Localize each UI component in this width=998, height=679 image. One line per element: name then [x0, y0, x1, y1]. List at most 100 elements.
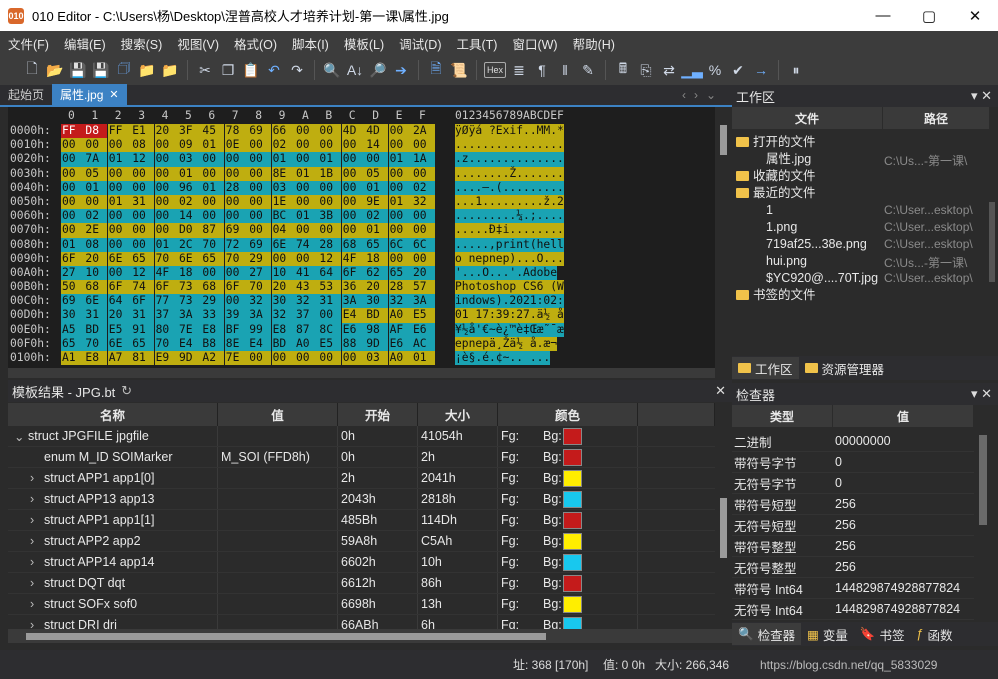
- workspace-file[interactable]: $YC920@....70T.jpg: [766, 270, 878, 287]
- hex-byte[interactable]: 32: [271, 308, 295, 323]
- hex-byte[interactable]: 4D: [341, 124, 365, 139]
- hex-byte[interactable]: 00: [388, 124, 412, 139]
- inspector-col-value[interactable]: 值: [833, 405, 973, 427]
- hex-byte[interactable]: 00: [412, 166, 435, 181]
- hex-byte[interactable]: 3B: [318, 209, 342, 224]
- expand-arrow-icon[interactable]: ›: [30, 618, 44, 629]
- template-hscrollbar[interactable]: [8, 629, 732, 643]
- hex-byte[interactable]: E5: [412, 308, 435, 323]
- hex-byte[interactable]: 6F: [107, 280, 131, 295]
- hex-byte[interactable]: 00: [248, 166, 272, 181]
- hex-mode-button[interactable]: Hex: [484, 62, 506, 78]
- hex-byte[interactable]: 00: [84, 138, 108, 153]
- hex-byte[interactable]: BF: [224, 322, 248, 337]
- inspector-row[interactable]: 带符号字节 0: [732, 452, 974, 473]
- hex-byte[interactable]: 00: [248, 351, 272, 366]
- hex-ascii[interactable]: ¡è§.é.¢~.. ...: [455, 351, 551, 366]
- hex-ascii[interactable]: ¥½å'€~è¿™è‡Œæ˜¯æ: [455, 322, 564, 337]
- hex-byte[interactable]: 00: [412, 138, 435, 153]
- hex-byte[interactable]: 09: [178, 138, 201, 153]
- hex-byte[interactable]: 8E: [271, 166, 295, 181]
- hex-byte[interactable]: 64: [107, 294, 131, 309]
- hex-byte[interactable]: FF: [107, 124, 131, 139]
- hex-byte[interactable]: 33: [201, 308, 225, 323]
- template-row[interactable]: › struct APP1 app1[0] 2h 2041h Fg: Bg:: [8, 468, 715, 489]
- close-window-icon[interactable]: ✕: [952, 0, 998, 31]
- menu-item-6[interactable]: 模板(L): [344, 34, 384, 53]
- hex-byte[interactable]: A0: [388, 308, 412, 323]
- hex-byte[interactable]: 00: [295, 138, 318, 153]
- hex-byte[interactable]: 03: [365, 351, 389, 366]
- hex-byte[interactable]: 6F: [154, 280, 178, 295]
- calculator-icon[interactable]: 🖩: [613, 60, 633, 80]
- hex-byte[interactable]: 00: [318, 138, 342, 153]
- hex-byte[interactable]: 30: [365, 294, 389, 309]
- hex-byte[interactable]: 00: [224, 166, 248, 181]
- hex-byte[interactable]: 6F: [61, 251, 84, 266]
- hex-byte[interactable]: 66: [271, 124, 295, 139]
- hex-byte[interactable]: 65: [201, 251, 225, 266]
- save-icon[interactable]: 💾: [68, 60, 88, 80]
- hex-byte[interactable]: 20: [107, 308, 131, 323]
- hex-byte[interactable]: 6E: [178, 251, 201, 266]
- hex-byte[interactable]: 72: [224, 237, 248, 252]
- hex-byte[interactable]: 00: [131, 223, 155, 238]
- workspace-folder[interactable]: 收藏的文件: [736, 168, 816, 185]
- hex-byte[interactable]: 01: [84, 180, 108, 195]
- hex-byte[interactable]: 01: [412, 351, 435, 366]
- hex-byte[interactable]: 00: [248, 138, 272, 153]
- expand-arrow-icon[interactable]: ›: [30, 576, 44, 590]
- expand-arrow-icon[interactable]: ›: [30, 471, 44, 485]
- hex-byte[interactable]: FF: [61, 124, 84, 139]
- hex-byte[interactable]: 00: [131, 180, 155, 195]
- hex-byte[interactable]: 29: [248, 251, 272, 266]
- hex-byte[interactable]: 3F: [178, 124, 201, 139]
- hex-byte[interactable]: A1: [61, 351, 84, 366]
- maximize-icon[interactable]: ▢: [906, 0, 952, 31]
- checksum-icon[interactable]: ✔: [728, 60, 748, 80]
- hex-byte[interactable]: 00: [107, 180, 131, 195]
- hex-byte[interactable]: 03: [178, 152, 201, 167]
- hex-byte[interactable]: 6F: [341, 265, 365, 281]
- hex-byte[interactable]: 70: [154, 251, 178, 266]
- hex-byte[interactable]: 28: [388, 280, 412, 295]
- workspace-file[interactable]: 1.png: [766, 219, 797, 236]
- hex-byte[interactable]: 6E: [84, 294, 108, 309]
- hex-ascii[interactable]: .....,print(hell: [455, 237, 564, 252]
- expand-arrow-icon[interactable]: ⌄: [14, 429, 28, 444]
- hex-byte[interactable]: 65: [131, 251, 155, 266]
- hex-byte[interactable]: 00: [318, 180, 342, 195]
- hex-byte[interactable]: 87: [201, 223, 225, 238]
- template-row[interactable]: › struct APP13 app13 2043h 2818h Fg: Bg:: [8, 489, 715, 510]
- hex-byte[interactable]: 00: [154, 166, 178, 181]
- hex-scrollbar-thumb[interactable]: [720, 125, 727, 155]
- hex-ascii[interactable]: .........¼.;....: [455, 209, 564, 224]
- hex-byte[interactable]: 00: [388, 209, 412, 224]
- color-swatch[interactable]: [563, 595, 582, 613]
- hex-byte[interactable]: A2: [201, 351, 225, 366]
- hex-byte[interactable]: 7E: [178, 322, 201, 337]
- columns-icon[interactable]: ‖: [555, 60, 575, 80]
- workspace-folder[interactable]: 打开的文件: [736, 134, 816, 151]
- hex-byte[interactable]: 00: [154, 209, 178, 224]
- goto-icon[interactable]: ➔: [391, 60, 411, 80]
- hex-byte[interactable]: E4: [178, 336, 201, 352]
- hex-byte[interactable]: 27: [248, 265, 272, 281]
- hex-byte[interactable]: 91: [131, 322, 155, 337]
- hex-byte[interactable]: 00: [248, 152, 272, 167]
- inspector-scrollbar-thumb[interactable]: [979, 435, 987, 525]
- hex-byte[interactable]: 00: [201, 152, 225, 167]
- menu-item-5[interactable]: 脚本(I): [292, 34, 329, 53]
- show-whitespace-icon[interactable]: ¶: [532, 60, 552, 80]
- hex-byte[interactable]: 69: [248, 124, 272, 139]
- hex-byte[interactable]: B8: [201, 336, 225, 352]
- hex-ascii[interactable]: ...1.........ž.2: [455, 194, 564, 210]
- inspector-col-type[interactable]: 类型: [732, 405, 832, 427]
- hex-byte[interactable]: 00: [107, 265, 131, 281]
- hex-byte[interactable]: E6: [388, 336, 412, 352]
- color-swatch[interactable]: [563, 616, 582, 629]
- hex-byte[interactable]: 65: [131, 336, 155, 352]
- hex-byte[interactable]: 62: [365, 265, 389, 281]
- template-row[interactable]: › struct APP1 app1[1] 485Bh 114Dh Fg: Bg…: [8, 510, 715, 531]
- hex-byte[interactable]: 00: [154, 152, 178, 167]
